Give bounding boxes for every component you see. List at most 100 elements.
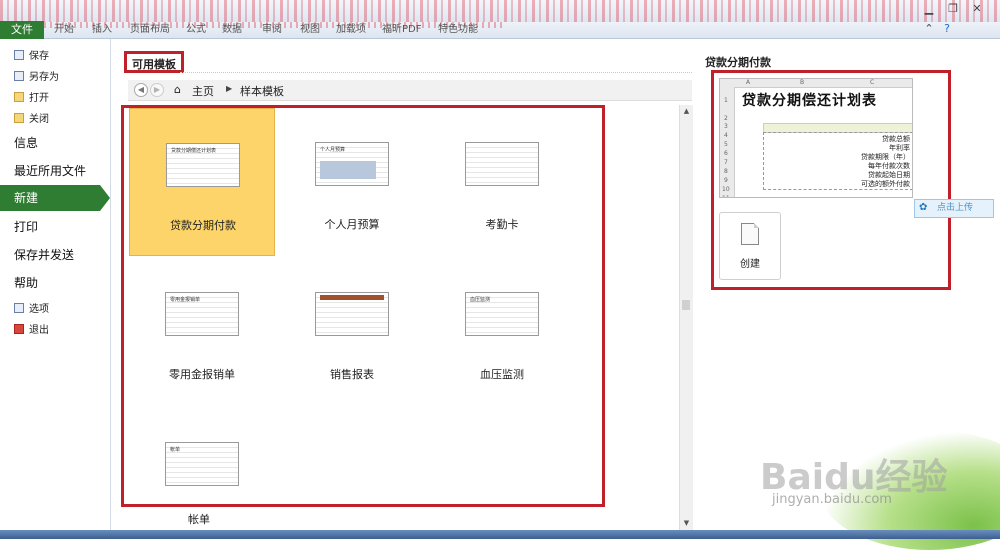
preview-sheet-title: 贷款分期偿还计划表 [742, 93, 877, 109]
options-icon [14, 303, 24, 313]
save-as-icon [14, 71, 24, 81]
nav-info[interactable]: 信息 [14, 134, 38, 151]
close-icon[interactable]: ✕ [968, 2, 986, 16]
column-headers: A B C [720, 79, 912, 88]
tab-insert[interactable]: 插入 [92, 22, 112, 38]
minimize-icon[interactable]: ▁ [920, 2, 938, 16]
template-personal-monthly-budget[interactable]: 个人月预算 个人月预算 [279, 108, 425, 256]
template-thumbnail: 帐单 [165, 442, 239, 486]
nav-save-send[interactable]: 保存并发送 [14, 246, 74, 263]
preview-sheet: A B C 1 2 3 4 5 6 7 8 9 10 11 贷款分期偿还计划表 … [719, 78, 913, 198]
breadcrumb-sample-templates[interactable]: 样本模板 [240, 83, 284, 99]
new-document-icon [741, 223, 759, 245]
row-number: 9 [724, 177, 728, 184]
template-billing-statement[interactable]: 帐单 [129, 408, 275, 504]
template-label: 销售报表 [330, 368, 374, 381]
tab-home[interactable]: 开始 [54, 22, 74, 38]
row-headers: 1 2 3 4 5 6 7 8 9 10 11 [720, 87, 735, 197]
breadcrumb-home[interactable]: 主页 [192, 83, 214, 99]
header-divider [180, 72, 692, 73]
row-number: 8 [724, 168, 728, 175]
home-icon[interactable]: ⌂ [174, 83, 181, 96]
row-number: 2 [724, 115, 728, 122]
upload-badge[interactable]: ✿ 点击上传 [914, 199, 994, 218]
windows-taskbar [0, 530, 1000, 539]
template-label: 个人月预算 [324, 218, 380, 231]
nav-options[interactable]: 选项 [14, 300, 49, 315]
help-icon[interactable]: ? [938, 22, 956, 36]
field-label: 可选的额外付款 [861, 180, 910, 188]
template-label-billing: 帐单 [188, 513, 210, 526]
row-number: 3 [724, 123, 728, 130]
tab-view[interactable]: 视图 [300, 22, 320, 38]
col-header: A [746, 79, 751, 86]
row-number: 4 [724, 132, 728, 139]
row-number: 1 [724, 97, 728, 104]
template-nav-bar: ◀ ▶ ⌂ 主页 ▶ 样本模板 [128, 80, 692, 101]
thumb-block [320, 161, 376, 179]
tab-data[interactable]: 数据 [222, 22, 242, 38]
restore-icon[interactable]: ❐ [944, 2, 962, 16]
exit-icon [14, 324, 24, 334]
forward-arrow-icon[interactable]: ▶ [150, 83, 164, 97]
template-thumbnail: 贷款分期偿还计划表 [166, 143, 240, 187]
nav-print[interactable]: 打印 [14, 218, 38, 235]
save-icon [14, 50, 24, 60]
template-thumbnail: 零用金报销单 [165, 292, 239, 336]
create-label: 创建 [740, 259, 760, 270]
available-templates-title: 可用模板 [124, 51, 184, 73]
template-sales-report[interactable]: 销售报表 [279, 258, 425, 406]
template-blood-pressure[interactable]: 血压监测 血压监测 [429, 258, 575, 406]
tab-file[interactable]: 文件 [0, 21, 44, 39]
row-number: 7 [724, 159, 728, 166]
template-petty-cash[interactable]: 零用金报销单 零用金报销单 [129, 258, 275, 406]
row-number: 5 [724, 141, 728, 148]
tab-addins[interactable]: 加载项 [336, 22, 366, 38]
template-gallery: 贷款分期偿还计划表 贷款分期付款 个人月预算 个人月预算 考勤卡 零用金报销单 … [121, 105, 605, 507]
template-time-card[interactable]: 考勤卡 [429, 108, 575, 256]
tab-foxit-pdf[interactable]: 福昕PDF [382, 22, 421, 38]
thumb-block [320, 295, 384, 300]
title-bar-noise [0, 0, 1000, 22]
tab-special[interactable]: 特色功能 [438, 22, 478, 38]
template-label: 血压监测 [480, 368, 524, 381]
row-number: 10 [722, 186, 730, 193]
back-arrow-icon[interactable]: ◀ [134, 83, 148, 97]
breadcrumb-separator-icon: ▶ [226, 84, 233, 93]
close-folder-icon [14, 113, 24, 123]
col-header: C [870, 79, 875, 86]
nav-save[interactable]: 保存 [14, 47, 49, 62]
gallery-scrollbar[interactable]: ▲ ▼ [679, 105, 693, 530]
template-thumbnail: 血压监测 [465, 292, 539, 336]
nav-open[interactable]: 打开 [14, 89, 49, 104]
nav-recent[interactable]: 最近所用文件 [14, 162, 86, 179]
template-label: 零用金报销单 [169, 368, 235, 381]
baidu-watermark-url: jingyan.baidu.com [772, 492, 892, 507]
create-button[interactable]: 创建 [719, 212, 781, 280]
row-number: 6 [724, 150, 728, 157]
nav-save-as[interactable]: 另存为 [14, 68, 59, 83]
scroll-up-icon[interactable]: ▲ [680, 105, 693, 117]
template-thumbnail: 个人月预算 [315, 142, 389, 186]
tab-review[interactable]: 审阅 [262, 22, 282, 38]
preview-title: 贷款分期付款 [705, 56, 771, 69]
template-loan-amortization[interactable]: 贷款分期偿还计划表 贷款分期付款 [129, 108, 275, 256]
nav-close[interactable]: 关闭 [14, 110, 49, 125]
nav-new[interactable]: 新建 [0, 185, 110, 211]
row-number: 11 [722, 195, 730, 197]
scroll-thumb[interactable] [682, 300, 690, 310]
scroll-down-icon[interactable]: ▼ [680, 517, 693, 529]
cloud-icon: ✿ [919, 202, 928, 213]
tab-formulas[interactable]: 公式 [186, 22, 206, 38]
template-thumbnail [465, 142, 539, 186]
nav-exit[interactable]: 退出 [14, 321, 49, 336]
open-folder-icon [14, 92, 24, 102]
ribbon-collapse-icon[interactable]: ⌃ [920, 22, 938, 36]
upload-label: 点击上传 [937, 203, 974, 213]
template-thumbnail [315, 292, 389, 336]
template-label: 贷款分期付款 [170, 219, 236, 232]
col-header: B [800, 79, 805, 86]
template-label: 考勤卡 [485, 218, 519, 231]
nav-help[interactable]: 帮助 [14, 274, 38, 291]
tab-page-layout[interactable]: 页面布局 [130, 22, 170, 38]
